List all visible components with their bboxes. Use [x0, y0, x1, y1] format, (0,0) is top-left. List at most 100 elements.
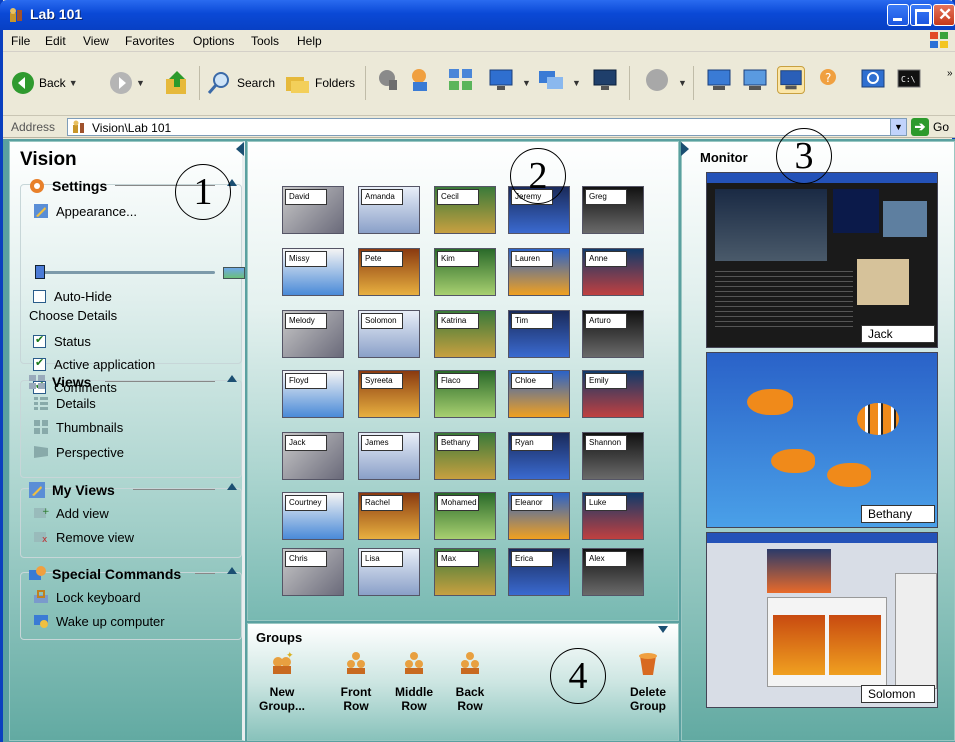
monitor-screen-3[interactable]: Solomon [706, 532, 938, 708]
add-view-link[interactable]: + Add view [33, 505, 109, 521]
back-row-button[interactable]: Back Row [440, 650, 500, 713]
folders-button[interactable]: Folders [283, 66, 355, 100]
student-thumbnail[interactable]: Flaco [434, 370, 496, 418]
broadcast-icon[interactable] [537, 66, 565, 94]
my-views-header[interactable]: My Views [27, 480, 115, 500]
lock-keyboard-link[interactable]: Lock keyboard [33, 589, 141, 605]
user-assist-icon[interactable] [407, 66, 435, 94]
student-thumbnail[interactable]: Kim [434, 248, 496, 296]
active-application-option[interactable]: Active application [33, 356, 155, 372]
student-thumbnail[interactable]: Shannon [582, 432, 644, 480]
monitor-3-icon[interactable] [777, 66, 805, 94]
student-thumbnail[interactable]: Arturo [582, 310, 644, 358]
student-thumbnail[interactable]: Tim [508, 310, 570, 358]
groups-collapse-icon[interactable] [658, 626, 668, 633]
menu-favorites[interactable]: Favorites [125, 34, 174, 48]
thumbnail-view-icon[interactable] [447, 66, 475, 94]
middle-row-button[interactable]: Middle Row [384, 650, 444, 713]
blank-screen-icon[interactable] [591, 66, 619, 94]
special-commands-header[interactable]: Special Commands [27, 564, 181, 584]
student-thumbnail[interactable]: Syreeta [358, 370, 420, 418]
student-thumbnail[interactable]: Chris [282, 548, 344, 596]
search-button[interactable]: Search [205, 66, 275, 100]
size-slider-thumb[interactable] [35, 265, 45, 279]
remove-view-link[interactable]: x Remove view [33, 529, 134, 545]
student-thumbnail[interactable]: Bethany [434, 432, 496, 480]
help-user-icon[interactable]: ? [815, 66, 843, 94]
new-group-button[interactable]: ✦ New Group... [252, 650, 312, 713]
go-button[interactable]: ➔ Go [911, 118, 949, 136]
student-thumbnail[interactable]: Max [434, 548, 496, 596]
collapse-right-icon[interactable] [681, 142, 689, 156]
view-perspective-link[interactable]: Perspective [33, 444, 124, 460]
delete-group-button[interactable]: Delete Group [618, 650, 678, 713]
wake-up-computer-link[interactable]: Wake up computer [33, 613, 165, 629]
special-commands-collapse-icon[interactable] [227, 567, 237, 574]
student-thumbnail[interactable]: Lauren [508, 248, 570, 296]
student-thumbnail[interactable]: Chloe [508, 370, 570, 418]
appearance-link[interactable]: Appearance... [33, 203, 137, 219]
command-prompt-icon[interactable]: C:\ [895, 66, 923, 94]
status-checkbox[interactable] [33, 333, 46, 348]
monitor-screen-1[interactable]: Jack [706, 172, 938, 348]
views-collapse-icon[interactable] [227, 375, 237, 382]
title-bar[interactable]: Lab 101 ✕ [0, 0, 955, 30]
show-screen-icon[interactable] [487, 66, 515, 94]
student-thumbnail[interactable]: David [282, 186, 344, 234]
student-thumbnail[interactable]: Luke [582, 492, 644, 540]
views-header[interactable]: Views [27, 372, 91, 392]
my-views-collapse-icon[interactable] [227, 483, 237, 490]
settings-header[interactable]: Settings [27, 176, 107, 196]
monitor-1-icon[interactable] [705, 66, 733, 94]
student-thumbnail[interactable]: Pete [358, 248, 420, 296]
power-icon[interactable] [859, 66, 887, 94]
student-thumbnail[interactable]: Ryan [508, 432, 570, 480]
student-thumbnail[interactable]: Emily [582, 370, 644, 418]
status-option[interactable]: Status [33, 333, 91, 349]
remote-control-icon[interactable] [375, 66, 403, 94]
student-thumbnail[interactable]: Rachel [358, 492, 420, 540]
monitor-screen-2[interactable]: Bethany [706, 352, 938, 528]
stop-icon[interactable] [643, 66, 671, 94]
student-thumbnail[interactable]: Solomon [358, 310, 420, 358]
menu-view[interactable]: View [83, 34, 109, 48]
back-button[interactable]: Back ▼ [11, 66, 78, 100]
student-thumbnail[interactable]: Alex [582, 548, 644, 596]
student-thumbnail[interactable]: Erica [508, 548, 570, 596]
auto-hide-checkbox[interactable] [33, 290, 46, 303]
menu-tools[interactable]: Tools [251, 34, 279, 48]
student-thumbnail[interactable]: Melody [282, 310, 344, 358]
menu-help[interactable]: Help [297, 34, 322, 48]
size-slider-track[interactable] [37, 271, 215, 274]
student-thumbnail[interactable]: Eleanor [508, 492, 570, 540]
menu-options[interactable]: Options [193, 34, 234, 48]
student-thumbnail[interactable]: Anne [582, 248, 644, 296]
student-thumbnail[interactable]: Lisa [358, 548, 420, 596]
address-field[interactable]: Vision\Lab 101 ▼ [67, 118, 907, 136]
student-thumbnail[interactable]: Cecil [434, 186, 496, 234]
menu-file[interactable]: File [11, 34, 30, 48]
address-dropdown-icon[interactable]: ▼ [890, 119, 906, 135]
student-thumbnail[interactable]: Courtney [282, 492, 344, 540]
up-folder-button[interactable] [163, 66, 191, 100]
view-details-link[interactable]: Details [33, 395, 96, 411]
student-thumbnail[interactable]: Mohamed [434, 492, 496, 540]
student-thumbnail[interactable]: Katrina [434, 310, 496, 358]
student-thumbnail[interactable]: James [358, 432, 420, 480]
maximize-button[interactable] [910, 4, 932, 26]
student-thumbnail[interactable]: Amanda [358, 186, 420, 234]
minimize-button[interactable] [887, 4, 909, 26]
close-button[interactable]: ✕ [933, 4, 955, 26]
student-thumbnail[interactable]: Missy [282, 248, 344, 296]
view-thumbnails-link[interactable]: Thumbnails [33, 419, 123, 435]
monitor-2-icon[interactable] [741, 66, 769, 94]
auto-hide-option[interactable]: Auto-Hide [33, 289, 112, 304]
forward-button[interactable]: ▼ [109, 66, 145, 100]
front-row-button[interactable]: Front Row [326, 650, 386, 713]
student-thumbnail[interactable]: Floyd [282, 370, 344, 418]
active-application-checkbox[interactable] [33, 356, 46, 371]
collapse-left-icon[interactable] [236, 142, 244, 156]
menu-edit[interactable]: Edit [45, 34, 66, 48]
student-thumbnail[interactable]: Greg [582, 186, 644, 234]
student-thumbnail[interactable]: Jack [282, 432, 344, 480]
